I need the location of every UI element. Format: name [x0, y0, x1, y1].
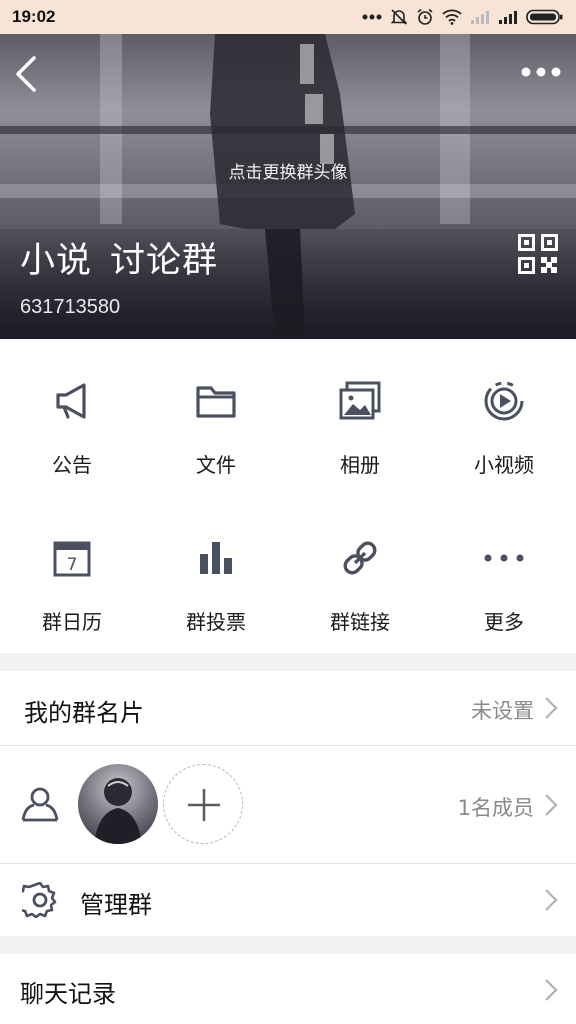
feature-label: 群链接: [330, 610, 390, 634]
mute-icon: [390, 9, 408, 25]
feature-files[interactable]: 文件: [144, 339, 288, 496]
chevron-right-icon: [545, 979, 558, 1001]
back-button[interactable]: [10, 52, 44, 96]
feature-grid: 公告 文件 相册 小视频 7 群日历 群投票 群链接 更多: [0, 339, 576, 653]
feature-calendar[interactable]: 7 群日历: [0, 496, 144, 653]
signal-icon: [471, 11, 489, 24]
chevron-right-icon: [545, 697, 558, 719]
gear-icon: [22, 882, 57, 918]
cover-photo-figure: [210, 34, 355, 339]
feature-label: 文件: [196, 453, 236, 477]
more-dots-icon: [362, 14, 382, 20]
group-name-part2: 讨论群: [110, 241, 219, 281]
bar-chart-icon: [200, 542, 232, 574]
feature-label: 公告: [52, 453, 92, 477]
members-icon: [21, 787, 59, 822]
feature-vote[interactable]: 群投票: [144, 496, 288, 653]
members-row[interactable]: 1名成员: [0, 746, 576, 863]
chat-history-row[interactable]: 聊天记录: [0, 954, 576, 1024]
group-name: 小说 讨论群: [20, 232, 218, 283]
status-icons: [362, 8, 564, 26]
feature-label: 小视频: [474, 453, 534, 477]
plus-icon: [188, 789, 220, 821]
group-header: 点击更换群头像 小说 讨论群 631713580: [0, 34, 576, 339]
feature-label: 群投票: [186, 610, 246, 634]
calendar-day: 7: [67, 555, 78, 575]
status-time: 19:02: [12, 7, 56, 26]
more-options-button[interactable]: [520, 62, 562, 82]
my-group-card-label: 我的群名片: [24, 699, 144, 727]
chevron-right-icon: [545, 794, 558, 816]
chat-history-label: 聊天记录: [20, 980, 116, 1008]
member-avatar-image: [94, 778, 142, 844]
change-group-avatar-link[interactable]: 点击更换群头像: [0, 158, 576, 183]
my-group-card-row[interactable]: 我的群名片 未设置: [0, 671, 576, 745]
folder-icon: [196, 386, 236, 418]
megaphone-icon: [56, 383, 86, 419]
feature-label: 更多: [484, 610, 524, 634]
qr-code-button[interactable]: [518, 234, 558, 274]
feature-label: 相册: [340, 453, 380, 477]
alarm-icon: [417, 8, 433, 25]
group-id: 631713580: [20, 296, 121, 318]
calendar-icon: 7: [53, 541, 91, 577]
member-avatar[interactable]: [78, 764, 158, 844]
link-icon: [343, 541, 377, 575]
feature-album[interactable]: 相册: [288, 339, 432, 496]
feature-announcement[interactable]: 公告: [0, 339, 144, 496]
signal-icon: [499, 11, 517, 24]
member-count: 1名成员: [457, 796, 534, 820]
manage-group-row[interactable]: 管理群: [0, 864, 576, 936]
my-group-card-value: 未设置: [471, 699, 534, 723]
video-icon: [484, 381, 524, 421]
battery-icon: [526, 9, 563, 25]
feature-more[interactable]: 更多: [432, 496, 576, 653]
manage-group-label: 管理群: [80, 891, 152, 919]
feature-label: 群日历: [42, 610, 102, 634]
group-name-part1: 小说: [20, 241, 93, 281]
chevron-right-icon: [545, 889, 558, 911]
photo-album-icon: [339, 381, 381, 420]
feature-short-video[interactable]: 小视频: [432, 339, 576, 496]
more-dots-icon: [484, 554, 524, 562]
add-member-button[interactable]: [163, 764, 243, 844]
status-bar: 19:02: [0, 0, 576, 34]
wifi-icon: [442, 9, 462, 25]
feature-group-link[interactable]: 群链接: [288, 496, 432, 653]
